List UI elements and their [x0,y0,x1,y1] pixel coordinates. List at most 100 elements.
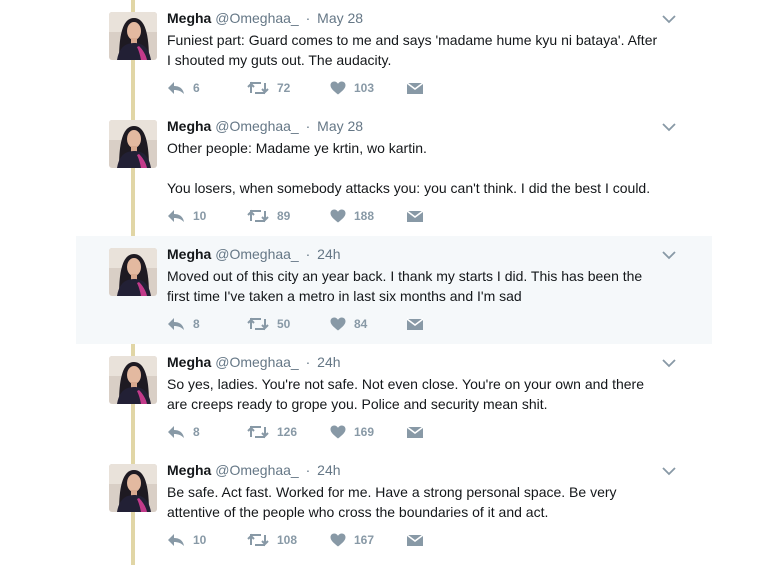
like-count: 188 [354,209,375,223]
tweet-timestamp[interactable]: 24h [317,462,340,478]
direct-message-button[interactable] [407,314,423,334]
retweet-count: 126 [277,425,298,439]
reply-button[interactable]: 8 [167,314,200,334]
reply-button[interactable]: 10 [167,206,206,226]
tweet-timestamp[interactable]: May 28 [317,10,363,26]
avatar[interactable] [109,120,157,168]
tweet[interactable]: Megha @Omeghaa_ · May 28 Other people: M… [76,108,712,236]
tweet-text: Be safe. Act fast. Worked for me. Have a… [167,484,617,520]
retweet-icon [247,425,269,439]
retweet-count: 108 [277,533,298,547]
chevron-down-icon[interactable] [662,11,676,24]
tweet-header: Megha @Omeghaa_ · 24h [167,462,341,478]
retweet-icon [247,317,269,331]
tweet-header: Megha @Omeghaa_ · May 28 [167,118,363,134]
avatar[interactable] [109,356,157,404]
separator-dot: · [305,246,311,262]
tweet-header: Megha @Omeghaa_ · 24h [167,354,341,370]
reply-icon [167,81,185,95]
retweet-icon [247,533,269,547]
heart-icon [330,317,346,331]
separator-dot: · [305,354,311,370]
reply-count: 8 [193,425,200,439]
reply-button[interactable]: 6 [167,78,200,98]
like-button[interactable]: 84 [330,314,367,334]
retweet-icon [247,209,269,223]
reply-icon [167,533,185,547]
tweet-timestamp[interactable]: 24h [317,246,340,262]
retweet-count: 89 [277,209,291,223]
direct-message-button[interactable] [407,78,423,98]
reply-count: 6 [193,81,200,95]
tweet-timestamp[interactable]: May 28 [317,118,363,134]
retweet-count: 72 [277,81,291,95]
retweet-button[interactable]: 108 [247,530,297,550]
chevron-down-icon[interactable] [662,355,676,368]
envelope-icon [407,317,423,331]
reply-button[interactable]: 10 [167,530,206,550]
direct-message-button[interactable] [407,206,423,226]
tweet-timestamp[interactable]: 24h [317,354,340,370]
user-handle[interactable]: @Omeghaa_ [215,246,298,262]
separator-dot: · [305,462,311,478]
like-button[interactable]: 188 [330,206,374,226]
tweet[interactable]: Megha @Omeghaa_ · 24h So yes, ladies. Yo… [76,344,712,452]
retweet-icon [247,81,269,95]
tweet-text: Moved out of this city an year back. I t… [167,268,643,304]
user-handle[interactable]: @Omeghaa_ [215,354,298,370]
reply-icon [167,317,185,331]
reply-icon [167,425,185,439]
chevron-down-icon[interactable] [662,247,676,260]
separator-dot: · [305,10,311,26]
reply-button[interactable]: 8 [167,422,200,442]
heart-icon [330,209,346,223]
reply-icon [167,209,185,223]
reply-count: 8 [193,317,200,331]
reply-count: 10 [193,533,207,547]
like-count: 167 [354,533,375,547]
retweet-button[interactable]: 89 [247,206,290,226]
chevron-down-icon[interactable] [662,119,676,132]
tweet-text: So yes, ladies. You're not safe. Not eve… [167,376,644,412]
chevron-down-icon[interactable] [662,463,676,476]
envelope-icon [407,81,423,95]
display-name[interactable]: Megha [167,462,211,478]
separator-dot: · [305,118,311,134]
avatar[interactable] [109,248,157,296]
like-count: 103 [354,81,375,95]
display-name[interactable]: Megha [167,354,211,370]
like-button[interactable]: 169 [330,422,374,442]
retweet-button[interactable]: 50 [247,314,290,334]
tweet-header: Megha @Omeghaa_ · May 28 [167,10,363,26]
avatar[interactable] [109,464,157,512]
display-name[interactable]: Megha [167,10,211,26]
envelope-icon [407,533,423,547]
reply-count: 10 [193,209,207,223]
direct-message-button[interactable] [407,530,423,550]
heart-icon [330,81,346,95]
tweet-text: Other people: Madame ye krtin, wo kartin… [167,140,651,196]
tweet[interactable]: Megha @Omeghaa_ · May 28 Funiest part: G… [76,0,712,108]
heart-icon [330,533,346,547]
like-button[interactable]: 167 [330,530,374,550]
envelope-icon [407,209,423,223]
like-count: 169 [354,425,375,439]
tweet-header: Megha @Omeghaa_ · 24h [167,246,341,262]
direct-message-button[interactable] [407,422,423,442]
retweet-button[interactable]: 126 [247,422,297,442]
tweet[interactable]: Megha @Omeghaa_ · 24h Moved out of this … [76,236,712,344]
user-handle[interactable]: @Omeghaa_ [215,10,298,26]
envelope-icon [407,425,423,439]
retweet-count: 50 [277,317,291,331]
user-handle[interactable]: @Omeghaa_ [215,462,298,478]
tweet[interactable]: Megha @Omeghaa_ · 24h Be safe. Act fast.… [76,452,712,565]
user-handle[interactable]: @Omeghaa_ [215,118,298,134]
display-name[interactable]: Megha [167,118,211,134]
retweet-button[interactable]: 72 [247,78,290,98]
tweet-text: Funiest part: Guard comes to me and says… [167,32,658,68]
like-count: 84 [354,317,368,331]
heart-icon [330,425,346,439]
display-name[interactable]: Megha [167,246,211,262]
avatar[interactable] [109,12,157,60]
like-button[interactable]: 103 [330,78,374,98]
